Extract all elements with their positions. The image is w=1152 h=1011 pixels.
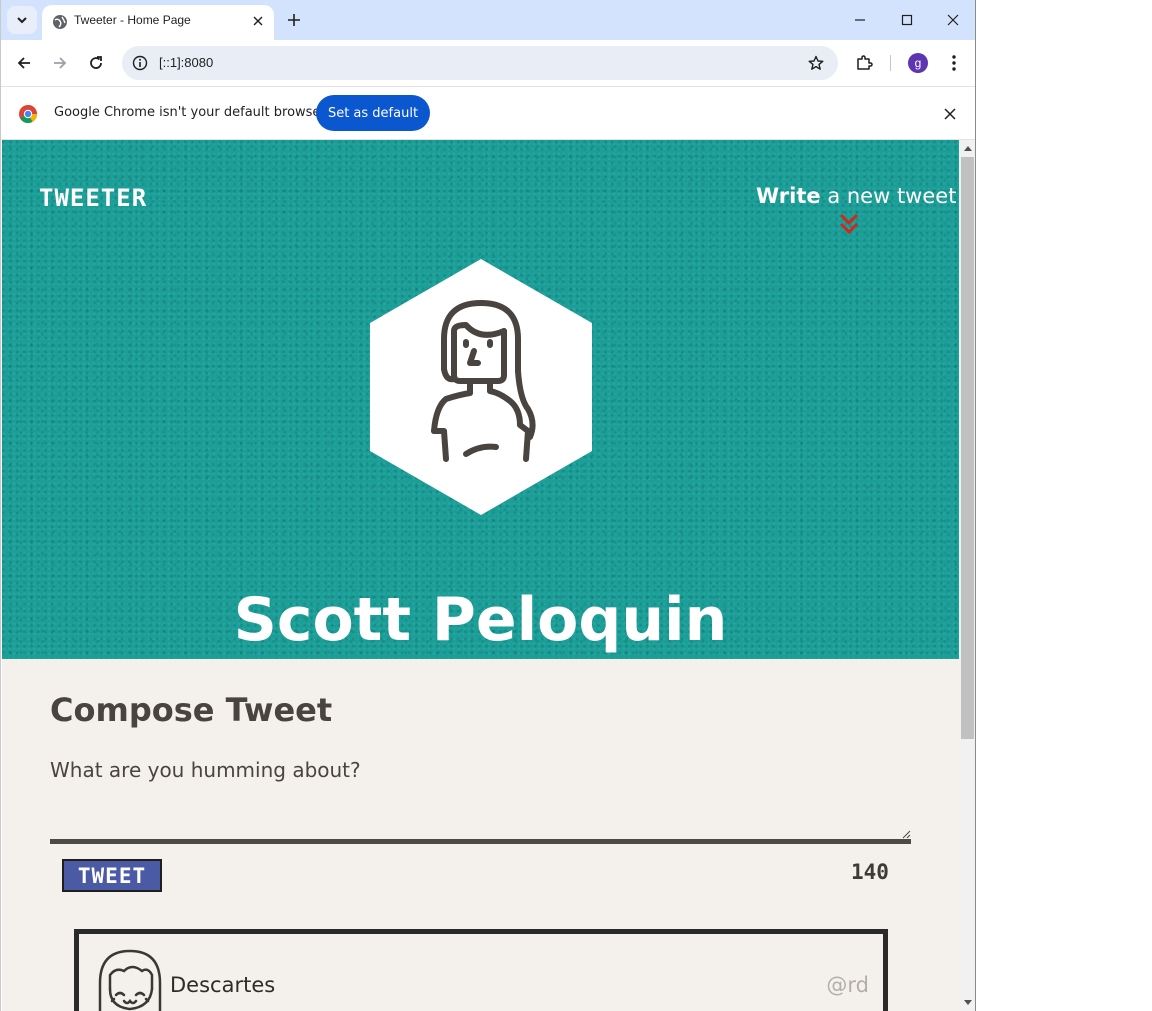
back-arrow-icon	[17, 57, 30, 69]
toolbar-divider	[890, 55, 891, 71]
kebab-menu-icon	[952, 55, 956, 71]
tweet-author-name[interactable]: Descartes	[170, 973, 275, 997]
forward-arrow-icon	[54, 57, 67, 69]
compose-title: Compose Tweet	[50, 691, 333, 729]
reload-icon	[90, 56, 102, 69]
new-tab-button[interactable]	[284, 10, 304, 30]
reload-button[interactable]	[81, 48, 111, 78]
write-rest-text: a new tweet	[820, 184, 957, 208]
forward-button[interactable]	[45, 48, 75, 78]
chrome-logo-icon	[19, 105, 38, 124]
address-bar[interactable]: [::1]:8080	[122, 46, 838, 80]
write-bold-text: Write	[756, 184, 821, 208]
scroll-up-arrow-icon[interactable]	[959, 140, 975, 156]
double-chevron-down-icon[interactable]	[838, 212, 860, 236]
set-as-default-button[interactable]: Set as default	[316, 95, 430, 131]
woman-avatar-icon	[370, 259, 592, 515]
minimize-icon	[855, 19, 865, 21]
close-window-button[interactable]	[930, 0, 975, 40]
browser-menu-button[interactable]	[942, 51, 966, 75]
close-icon	[947, 14, 959, 26]
profile-avatar[interactable]: g	[908, 53, 928, 73]
tweet-submit-button[interactable]: TWEET	[62, 859, 162, 892]
puzzle-icon	[857, 55, 873, 70]
profile-user-name: Scott Peloquin	[233, 585, 728, 655]
tab-active[interactable]: Tweeter - Home Page	[42, 5, 274, 40]
infobar-close-icon[interactable]	[940, 104, 960, 124]
plus-icon	[288, 14, 300, 26]
back-button[interactable]	[9, 48, 39, 78]
infobar-message: Google Chrome isn't your default browser	[54, 105, 326, 120]
tweet-card: Descartes @rd	[74, 929, 888, 1011]
page-viewport: TWEETER Write a new tweet Scott Peloquin…	[2, 140, 959, 1011]
textarea-resize-grip-icon[interactable]	[902, 830, 911, 839]
girl-avatar-icon	[98, 949, 162, 1011]
character-counter: 140	[851, 860, 889, 884]
browser-window: Tweeter - Home Page [::1]:8080 g Google …	[0, 0, 976, 1011]
scroll-down-arrow-icon[interactable]	[959, 995, 975, 1011]
maximize-icon	[901, 14, 913, 26]
globe-icon	[53, 15, 67, 29]
page-scrollbar[interactable]	[959, 140, 975, 1011]
write-new-tweet-link[interactable]: Write a new tweet	[756, 184, 956, 208]
tab-strip: Tweeter - Home Page	[1, 0, 975, 40]
scrollbar-thumb[interactable]	[961, 157, 974, 739]
default-browser-infobar: Google Chrome isn't your default browser…	[1, 86, 975, 140]
bookmark-star-icon[interactable]	[806, 53, 826, 73]
tweet-compose-input[interactable]	[50, 758, 911, 844]
tab-close-icon[interactable]	[250, 13, 266, 29]
site-info-icon[interactable]	[130, 53, 150, 73]
tab-search-button[interactable]	[7, 6, 37, 34]
chevron-down-icon	[17, 17, 27, 24]
tab-title: Tweeter - Home Page	[74, 13, 191, 27]
maximize-button[interactable]	[884, 0, 930, 40]
minimize-button[interactable]	[837, 0, 883, 40]
browser-toolbar: [::1]:8080 g	[1, 40, 975, 86]
extensions-button[interactable]	[852, 51, 876, 75]
profile-header: TWEETER Write a new tweet Scott Peloquin	[2, 140, 959, 659]
tweet-author-handle[interactable]: @rd	[826, 973, 869, 997]
brand-logo[interactable]: TWEETER	[39, 184, 147, 212]
url-text[interactable]: [::1]:8080	[159, 55, 213, 70]
